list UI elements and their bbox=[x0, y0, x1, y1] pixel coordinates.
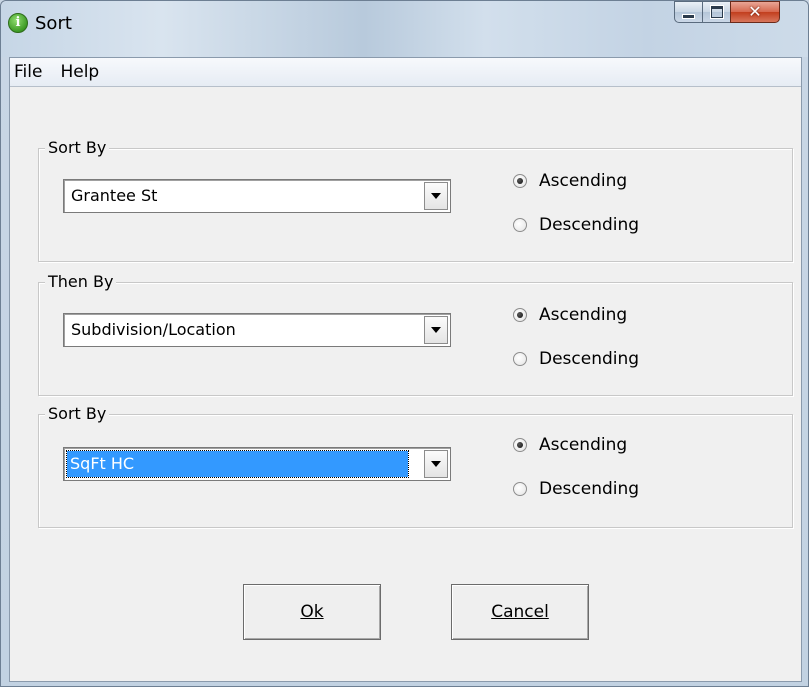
dialog-client-area: File Help Sort By Grantee St Ascending D… bbox=[9, 57, 802, 682]
info-icon[interactable]: i bbox=[8, 13, 28, 33]
group-label: Sort By bbox=[45, 404, 110, 424]
radio-ascending-3[interactable] bbox=[513, 438, 527, 452]
radio-label: Descending bbox=[539, 479, 640, 499]
ascending-option-1[interactable]: Ascending bbox=[513, 171, 627, 191]
sort-by-group-1: Sort By Grantee St Ascending Descending bbox=[38, 138, 793, 262]
radio-descending-1[interactable] bbox=[513, 218, 527, 232]
radio-label: Ascending bbox=[539, 305, 628, 325]
minimize-button[interactable] bbox=[674, 1, 702, 23]
radio-label: Descending bbox=[539, 215, 640, 235]
dropdown-button[interactable] bbox=[424, 182, 448, 210]
radio-descending-2[interactable] bbox=[513, 352, 527, 366]
descending-option-2[interactable]: Descending bbox=[513, 349, 639, 369]
sort-field-select-1[interactable]: Grantee St bbox=[63, 179, 451, 213]
maximize-icon bbox=[710, 6, 723, 18]
sort-by-group-3: Sort By SqFt HC Ascending Descending bbox=[38, 404, 793, 528]
radio-descending-3[interactable] bbox=[513, 482, 527, 496]
group-label: Then By bbox=[45, 272, 117, 292]
ok-button[interactable]: Ok bbox=[243, 584, 381, 640]
menu-bar: File Help bbox=[10, 58, 801, 87]
chevron-down-icon bbox=[431, 327, 441, 333]
radio-ascending-2[interactable] bbox=[513, 308, 527, 322]
radio-label: Ascending bbox=[539, 171, 628, 191]
sort-field-select-3[interactable]: SqFt HC bbox=[63, 447, 451, 481]
descending-option-1[interactable]: Descending bbox=[513, 215, 639, 235]
dropdown-button[interactable] bbox=[424, 316, 448, 344]
sort-window: i Sort ✕ File Help Sort By Grantee St As… bbox=[0, 0, 809, 687]
combo-value: Grantee St bbox=[71, 186, 158, 205]
radio-label: Descending bbox=[539, 349, 640, 369]
window-controls: ✕ bbox=[674, 1, 780, 24]
title-bar[interactable]: i Sort ✕ bbox=[1, 1, 808, 57]
combo-value: Subdivision/Location bbox=[71, 320, 236, 339]
descending-option-3[interactable]: Descending bbox=[513, 479, 639, 499]
radio-ascending-1[interactable] bbox=[513, 174, 527, 188]
ascending-option-2[interactable]: Ascending bbox=[513, 305, 627, 325]
sort-field-select-2[interactable]: Subdivision/Location bbox=[63, 313, 451, 347]
menu-file[interactable]: File bbox=[10, 58, 51, 86]
maximize-button[interactable] bbox=[702, 1, 730, 23]
menu-help[interactable]: Help bbox=[51, 58, 108, 86]
ascending-option-3[interactable]: Ascending bbox=[513, 435, 627, 455]
combo-value: SqFt HC bbox=[66, 450, 409, 478]
dropdown-button[interactable] bbox=[424, 450, 448, 478]
group-label: Sort By bbox=[45, 138, 110, 158]
window-title: Sort bbox=[35, 13, 72, 34]
close-button[interactable]: ✕ bbox=[730, 1, 780, 23]
chevron-down-icon bbox=[431, 461, 441, 467]
then-by-group: Then By Subdivision/Location Ascending D… bbox=[38, 272, 793, 396]
minimize-icon bbox=[682, 13, 695, 19]
chevron-down-icon bbox=[431, 193, 441, 199]
radio-label: Ascending bbox=[539, 435, 628, 455]
close-icon: ✕ bbox=[748, 2, 762, 21]
cancel-button[interactable]: Cancel bbox=[451, 584, 589, 640]
